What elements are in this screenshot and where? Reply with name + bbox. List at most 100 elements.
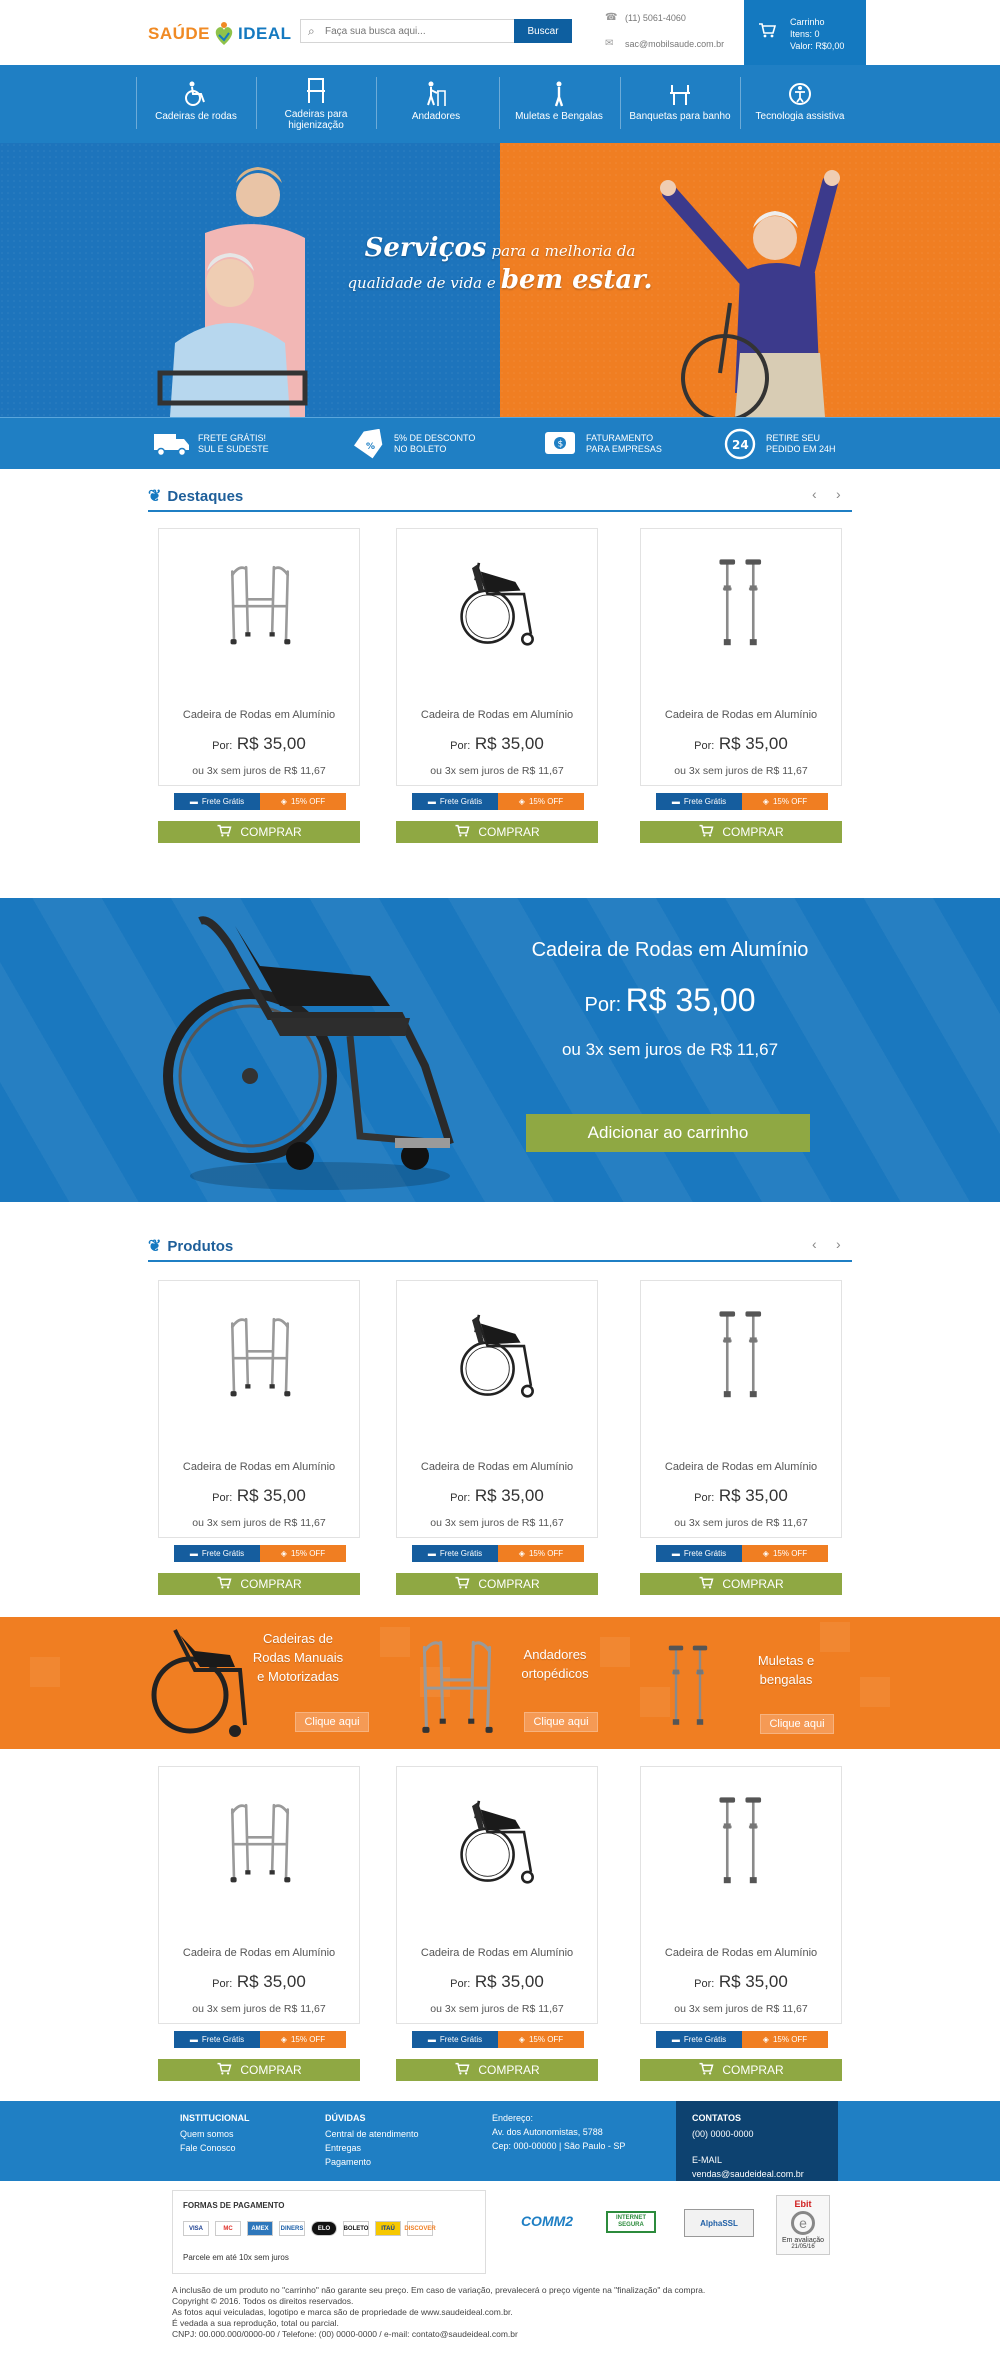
product-wheelchair-image[interactable]	[397, 1787, 599, 1891]
product-walker-image[interactable]	[159, 1787, 361, 1891]
footer-address-line: Cep: 000-00000 | São Paulo - SP	[492, 2141, 626, 2151]
footer-link-entregas[interactable]: Entregas	[325, 2141, 419, 2155]
buy-button[interactable]: COMPRAR	[640, 821, 842, 843]
buy-button[interactable]: COMPRAR	[396, 1573, 598, 1595]
product-name[interactable]: Cadeira de Rodas em Alumínio	[641, 1461, 841, 1473]
header-email[interactable]: ✉ sac@mobilsaude.com.br	[605, 38, 724, 49]
product-card[interactable]: Cadeira de Rodas em Alumínio Por: R$ 35,0…	[158, 1766, 361, 2081]
site-logo[interactable]: SAÚDE IDEAL	[148, 16, 292, 52]
add-to-cart-button[interactable]: Adicionar ao carrinho	[526, 1114, 810, 1152]
product-name[interactable]: Cadeira de Rodas em Alumínio	[159, 1461, 359, 1473]
ebit-seal[interactable]: Ebit e Em avaliação 21/05/16	[776, 2195, 830, 2255]
discount-badge: ◈ 15% OFF	[498, 2031, 584, 2048]
price-value: R$ 35,00	[236, 1486, 306, 1505]
feature-faturamento-line2: PARA EMPRESAS	[586, 444, 662, 454]
promo-price-label: Por:	[584, 994, 622, 1016]
product-installments: ou 3x sem juros de R$ 11,67	[674, 1517, 808, 1529]
buy-button[interactable]: COMPRAR	[158, 821, 360, 843]
footer-contacts: CONTATOS (00) 0000-0000 E-MAIL vendas@sa…	[676, 2101, 838, 2181]
product-card[interactable]: Cadeira de Rodas em Alumínio Por: R$ 35,0…	[640, 528, 843, 843]
search-input[interactable]	[325, 23, 495, 39]
nav-label: Banquetas para banho	[629, 111, 731, 122]
buy-button[interactable]: COMPRAR	[158, 2059, 360, 2081]
product-card[interactable]: Cadeira de Rodas em Alumínio Por: R$ 35,0…	[640, 1766, 843, 2081]
category-muletas-button[interactable]: Clique aqui	[760, 1714, 834, 1734]
product-name[interactable]: Cadeira de Rodas em Alumínio	[159, 709, 359, 721]
product-name[interactable]: Cadeira de Rodas em Alumínio	[397, 1461, 597, 1473]
footer-link-central[interactable]: Central de atendimento	[325, 2127, 419, 2141]
clock-24-icon: 24	[720, 426, 760, 462]
logo-text-ideal: IDEAL	[238, 24, 292, 43]
nav-item-tecnologia-assistiva[interactable]: Tecnologia assistiva	[740, 65, 860, 143]
buy-button[interactable]: COMPRAR	[396, 821, 598, 843]
discount-label: 15% OFF	[772, 1549, 808, 1558]
nav-item-andadores[interactable]: Andadores	[376, 65, 496, 143]
legal-line: CNPJ: 00.000.000/0000-00 / Telefone: (00…	[172, 2329, 518, 2339]
hero-text-1: para a melhoria da	[491, 242, 636, 260]
hero-banner[interactable]: Serviços para a melhoria da qualidade de…	[0, 143, 1000, 422]
nav-item-cadeiras-de-rodas[interactable]: Cadeiras de rodas	[136, 65, 256, 143]
truck-icon: ▬	[671, 1549, 680, 1558]
cart-value: Valor: R$0,00	[790, 41, 845, 51]
product-wheelchair-image[interactable]	[397, 1301, 599, 1405]
carousel-next-arrow-icon[interactable]: ›	[836, 486, 841, 502]
internet-segura-seal[interactable]: INTERNET SEGURA	[606, 2211, 656, 2233]
site-header: SAÚDE IDEAL ⌕ Buscar ☎ (11) 5061-4060 ✉ …	[0, 0, 1000, 65]
product-name[interactable]: Cadeira de Rodas em Alumínio	[641, 709, 841, 721]
product-card[interactable]: Cadeira de Rodas em Alumínio Por: R$ 35,0…	[396, 1280, 599, 1595]
cart-items: Itens: 0	[790, 29, 820, 39]
product-walker-image[interactable]	[159, 1301, 361, 1405]
carousel-prev-arrow-icon[interactable]: ‹	[812, 1236, 817, 1252]
product-crutches-image[interactable]	[641, 1787, 843, 1891]
product-card[interactable]: Cadeira de Rodas em Alumínio Por: R$ 35,0…	[396, 1766, 599, 2081]
cart-icon	[216, 1576, 232, 1592]
product-name[interactable]: Cadeira de Rodas em Alumínio	[159, 1947, 359, 1959]
nav-item-muletas-bengalas[interactable]: Muletas e Bengalas	[499, 65, 619, 143]
product-card[interactable]: Cadeira de Rodas em Alumínio Por: R$ 35,0…	[158, 1280, 361, 1595]
buy-button[interactable]: COMPRAR	[158, 1573, 360, 1595]
product-crutches-image[interactable]	[641, 1301, 843, 1405]
buy-button[interactable]: COMPRAR	[640, 2059, 842, 2081]
product-name[interactable]: Cadeira de Rodas em Alumínio	[397, 1947, 597, 1959]
footer-duvidas: DÚVIDAS Central de atendimento Entregas …	[325, 2111, 419, 2169]
carousel-next-arrow-icon[interactable]: ›	[836, 1236, 841, 1252]
nav-item-cadeiras-higienizacao[interactable]: Cadeiras para higienização	[256, 65, 376, 143]
footer-contact-email[interactable]: vendas@saudeideal.com.br	[692, 2167, 804, 2181]
product-name[interactable]: Cadeira de Rodas em Alumínio	[397, 709, 597, 721]
search-button[interactable]: Buscar	[514, 19, 572, 43]
product-card[interactable]: Cadeira de Rodas em Alumínio Por: R$ 35,0…	[396, 528, 599, 843]
buy-button[interactable]: COMPRAR	[640, 1573, 842, 1595]
footer-link-fale-conosco[interactable]: Fale Conosco	[180, 2141, 250, 2155]
carousel-prev-arrow-icon[interactable]: ‹	[812, 486, 817, 502]
search-bar: ⌕ Buscar	[300, 19, 572, 43]
feature-frete-line2: SUL E SUDESTE	[198, 444, 269, 454]
category-cadeiras-button[interactable]: Clique aqui	[295, 1712, 369, 1732]
product-wheelchair-image[interactable]	[397, 549, 599, 653]
product-name[interactable]: Cadeira de Rodas em Alumínio	[641, 1947, 841, 1959]
product-crutches-image[interactable]	[641, 549, 843, 653]
footer-link-quem-somos[interactable]: Quem somos	[180, 2127, 250, 2141]
alphassl-seal[interactable]: AlphaSSL	[684, 2209, 754, 2237]
nav-label: Tecnologia assistiva	[755, 111, 845, 122]
buy-label: COMPRAR	[722, 825, 784, 839]
product-card[interactable]: Cadeira de Rodas em Alumínio Por: R$ 35,0…	[640, 1280, 843, 1595]
feature-desconto: % 5% DE DESCONTO NO BOLETO	[348, 426, 508, 462]
comm2-seal[interactable]: COMM2	[506, 2206, 588, 2236]
nav-label: Andadores	[411, 111, 461, 122]
category-nav: Cadeiras de rodas Cadeiras para higieniz…	[0, 65, 1000, 143]
footer-heading: DÚVIDAS	[325, 2113, 366, 2123]
buy-button[interactable]: COMPRAR	[396, 2059, 598, 2081]
category-andadores-button[interactable]: Clique aqui	[524, 1712, 598, 1732]
legal-line: É vedada a sua reprodução, total ou parc…	[172, 2318, 339, 2328]
cart-widget[interactable]: Carrinho Itens: 0 Valor: R$0,00	[744, 0, 866, 65]
nav-item-banquetas-banho[interactable]: Banquetas para banho	[620, 65, 740, 143]
discount-label: 15% OFF	[528, 2035, 564, 2044]
product-card[interactable]: Cadeira de Rodas em Alumínio Por: R$ 35,0…	[158, 528, 361, 843]
footer-link-pagamento[interactable]: Pagamento	[325, 2155, 419, 2169]
svg-text:$: $	[558, 440, 564, 450]
footer-heading: INSTITUCIONAL	[180, 2113, 250, 2123]
product-walker-image[interactable]	[159, 549, 361, 653]
category-title-line: e Motorizadas	[257, 1669, 339, 1684]
product-card-frame: Cadeira de Rodas em Alumínio Por: R$ 35,0…	[396, 1280, 599, 1562]
hero-word-bem-estar: bem estar.	[500, 265, 653, 295]
